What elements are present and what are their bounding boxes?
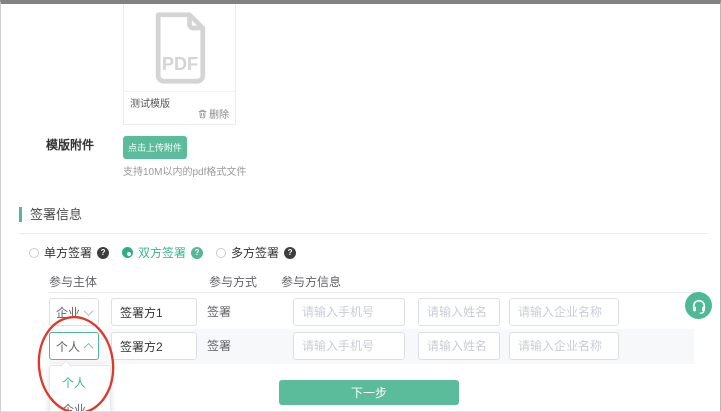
upload-hint-text: 支持10M以内的pdf格式文件	[123, 163, 246, 178]
table-header-divider	[49, 292, 694, 293]
col-header-method: 参与方式	[209, 273, 257, 290]
name-input-row1[interactable]	[418, 298, 500, 326]
party-row-2: 个人 签署	[49, 329, 694, 364]
party-name-input-row1[interactable]	[111, 298, 197, 326]
radio-circle-selected-icon[interactable]	[122, 247, 133, 258]
sign-info-section-title: 签署信息	[19, 207, 82, 222]
radio-label: 双方签署	[138, 244, 186, 261]
uploaded-file-card: PDF 测试模版 删除	[123, 4, 236, 125]
sign-type-radio-group: 单方签署 ? 双方签署 ? 多方签署 ?	[29, 244, 309, 261]
name-input-row2[interactable]	[418, 332, 500, 360]
section-divider	[19, 233, 708, 234]
subject-type-dropdown-menu: 个人 企业	[49, 365, 111, 412]
party-name-input-row2[interactable]	[111, 332, 197, 360]
phone-input-row1[interactable]	[293, 298, 405, 326]
radio-dual-party-sign[interactable]: 双方签署 ?	[122, 244, 203, 261]
dropdown-option-personal[interactable]: 个人	[50, 369, 110, 396]
chevron-down-icon	[84, 306, 94, 316]
subject-type-select-row2[interactable]: 个人	[49, 332, 99, 360]
subject-type-value: 企业	[56, 304, 80, 321]
radio-label: 多方签署	[231, 244, 279, 261]
radio-multi-party-sign[interactable]: 多方签署 ?	[216, 244, 296, 261]
radio-single-party-sign[interactable]: 单方签署 ?	[29, 244, 109, 261]
headset-icon	[691, 298, 707, 314]
party-row-1: 企业 签署	[49, 296, 694, 329]
delete-file-button[interactable]: 删除	[198, 106, 229, 121]
help-question-icon[interactable]: ?	[97, 247, 109, 259]
delete-file-label: 删除	[209, 106, 229, 121]
company-input-row1[interactable]	[509, 298, 619, 326]
form-page: PDF 测试模版 删除 模版附件 点击上传附件 支持10M以内的pdf格式文件 …	[0, 0, 721, 412]
help-question-icon[interactable]: ?	[284, 247, 296, 259]
pdf-badge-text: PDF	[161, 53, 197, 73]
subject-type-value: 个人	[56, 338, 80, 355]
upload-attachment-button[interactable]: 点击上传附件	[123, 136, 187, 159]
template-attachment-label: 模版附件	[46, 136, 94, 153]
method-text-row1: 签署	[207, 297, 231, 327]
radio-circle-icon[interactable]	[216, 248, 226, 258]
company-input-row2[interactable]	[509, 332, 619, 360]
pdf-file-icon: PDF	[124, 4, 235, 92]
radio-label: 单方签署	[44, 244, 92, 261]
col-header-info: 参与方信息	[281, 273, 341, 290]
radio-circle-icon[interactable]	[29, 248, 39, 258]
chevron-up-icon	[84, 342, 94, 352]
col-header-subject: 参与主体	[49, 273, 97, 290]
dropdown-option-enterprise[interactable]: 企业	[50, 396, 110, 412]
next-step-button[interactable]: 下一步	[279, 380, 459, 405]
customer-service-button[interactable]	[685, 292, 712, 319]
help-question-icon[interactable]: ?	[191, 247, 203, 259]
method-text-row2: 签署	[207, 331, 231, 361]
trash-icon	[198, 109, 207, 119]
phone-input-row2[interactable]	[293, 332, 405, 360]
subject-type-select-row1[interactable]: 企业	[49, 298, 99, 326]
